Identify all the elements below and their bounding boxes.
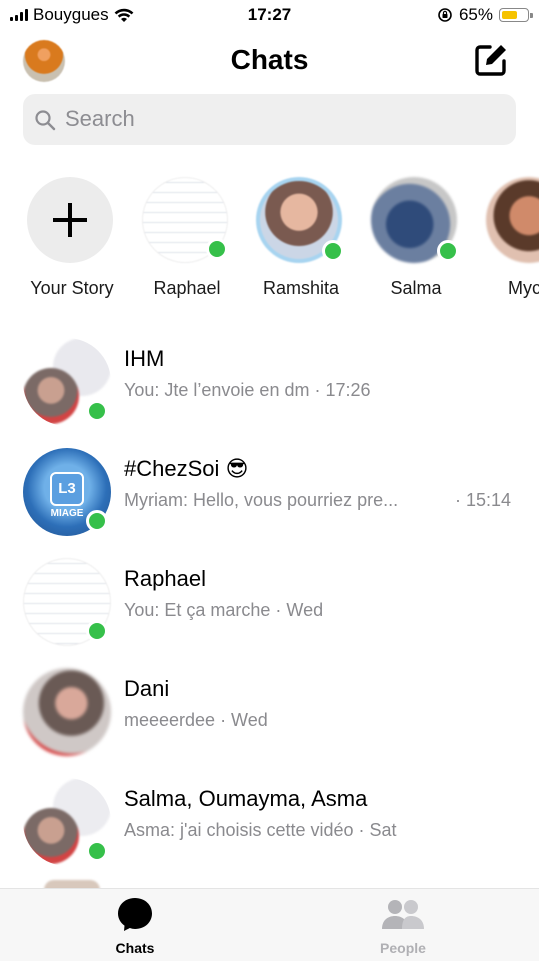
online-indicator (86, 840, 108, 862)
conversation-preview: Myriam: Hello, vous pourriez pre... (124, 490, 399, 510)
tab-chats[interactable]: Chats (75, 895, 195, 956)
story-label: Ramshita (262, 278, 340, 298)
online-indicator (86, 620, 108, 642)
story-label: Myc (508, 278, 539, 298)
conversation-salma-oumayma-asma[interactable]: Salma, Oumayma, Asma Asma: j'ai choisis … (0, 770, 539, 880)
search-input[interactable]: Search (23, 94, 516, 145)
conversation-preview: You: Et ça marche · Wed (124, 600, 324, 620)
add-story-button[interactable] (27, 177, 113, 263)
online-indicator (437, 240, 459, 262)
conversation-raphael[interactable]: Raphael You: Et ça marche · Wed (0, 550, 539, 660)
search-icon (35, 110, 56, 131)
avatar-badge-text: L3 (50, 472, 84, 506)
stories-row: Your Story Raphael Ramshita Salma Myc (0, 170, 539, 310)
story-label: Your Story (30, 278, 114, 298)
conversation-chezsoi[interactable]: L3 MIAGE #ChezSoi 😎 Myriam: Hello, vous … (0, 440, 539, 550)
tab-people[interactable]: People (343, 895, 463, 956)
online-indicator (206, 238, 228, 260)
chat-bubble-icon (118, 898, 152, 931)
conversation-name: #ChezSoi 😎 (124, 456, 249, 481)
orientation-lock-icon (438, 8, 452, 22)
conversation-time: · 15:14 (455, 490, 512, 510)
conversation-preview: You: Jte l’envoie en dm · 17:26 (124, 380, 371, 400)
story-label: Raphael (153, 278, 221, 298)
conversation-name: Dani (124, 676, 170, 701)
avatar (23, 668, 111, 756)
status-bar: Bouygues 17:27 65% (0, 0, 539, 30)
online-indicator (86, 400, 108, 422)
conversation-name: Salma, Oumayma, Asma (124, 786, 368, 811)
story-label: Salma (390, 278, 442, 298)
conversation-preview: meeeerdee · Wed (124, 710, 268, 730)
conversation-preview: Asma: j'ai choisis cette vidéo · Sat (124, 820, 397, 840)
conversation-ihm[interactable]: IHM You: Jte l’envoie en dm · 17:26 (0, 330, 539, 440)
tab-label: People (380, 940, 426, 956)
battery-icon (499, 8, 533, 22)
conversation-name: Raphael (124, 566, 206, 591)
online-indicator (86, 510, 108, 532)
people-icon (382, 900, 424, 929)
page-title: Chats (230, 44, 309, 75)
conversation-dani[interactable]: Dani meeeerdee · Wed (0, 660, 539, 770)
plus-icon (53, 203, 87, 237)
header: Chats (0, 34, 539, 90)
online-indicator (322, 240, 344, 262)
tab-label: Chats (115, 940, 155, 956)
avatar-badge-subtext: MIAGE (50, 508, 84, 519)
status-right: 65% (437, 5, 533, 25)
tab-bar: Chats People (0, 888, 539, 961)
battery-percent: 65% (458, 5, 493, 24)
conversation-name: IHM (124, 346, 165, 371)
search-placeholder: Search (65, 106, 135, 131)
compose-icon[interactable] (473, 42, 509, 78)
story-avatar (486, 177, 539, 263)
